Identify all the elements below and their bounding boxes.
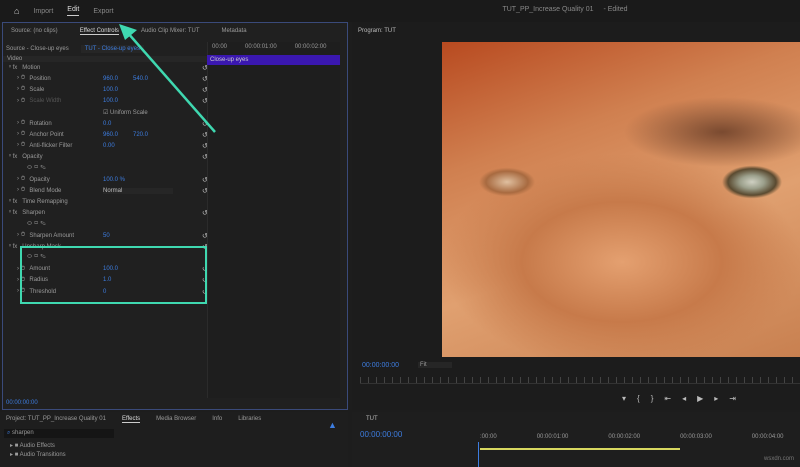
playhead[interactable]	[478, 442, 479, 467]
effect-row[interactable]: › ⏱ Blend Mode Normal ↺	[7, 185, 208, 196]
timeline-title: TUT	[366, 416, 378, 422]
stopwatch-icon[interactable]: › ⏱	[17, 176, 25, 183]
fx-icon: ᵛ fx	[9, 154, 18, 161]
stopwatch-icon[interactable]: › ⏱	[17, 86, 25, 93]
stopwatch-icon[interactable]: › ⏱	[17, 75, 25, 82]
tab-libraries[interactable]: Libraries	[238, 416, 261, 423]
mask-tools[interactable]: ⬭ ▭ ✎	[27, 221, 46, 228]
stopwatch-icon[interactable]: › ⏱	[17, 187, 25, 194]
effect-row[interactable]: ⬭ ▭ ✎	[7, 163, 207, 174]
fx-icon: ᵛ fx	[9, 198, 18, 205]
effect-row[interactable]: › ⏱ Anti-flicker Filter 0.00 ↺	[7, 140, 208, 151]
effect-row[interactable]: ᵛ fx Sharpen ↺	[7, 208, 208, 219]
stopwatch-icon[interactable]: › ⏱	[17, 142, 25, 149]
tab-source[interactable]: Source: (no clips)	[11, 28, 58, 34]
ec-timecode: 00:00:00:00	[6, 400, 38, 406]
project-panel: Project: TUT_PP_Increase Quality 01 Effe…	[0, 412, 348, 467]
effect-row[interactable]: › ⏱ Opacity 100.0 % ↺	[7, 174, 208, 185]
stopwatch-icon[interactable]: › ⏱	[17, 120, 25, 127]
tick: 00:00:01:00	[536, 434, 569, 440]
ec-timeline: 00:00 00:00:01:00 00:00:02:00	[207, 42, 340, 398]
zoom-select[interactable]: Fit	[418, 362, 452, 368]
timeline-timecode: 00:00:00:00	[360, 430, 403, 439]
transport-controls[interactable]: ▾{}⇤◂▶▸⇥	[622, 394, 747, 403]
video-frame	[442, 42, 800, 357]
effects-search-input[interactable]: ⌕ sharpen	[4, 429, 114, 438]
fx-icon: ᵛ fx	[9, 210, 18, 217]
mask-tools[interactable]: ⬭ ▭ ✎	[27, 165, 46, 172]
effect-row[interactable]: ⬭ ▭ ✎	[7, 219, 207, 230]
effect-row[interactable]: ᵛ fx Opacity ↺	[7, 152, 208, 163]
annotation-arrow	[119, 24, 216, 133]
clip-bar[interactable]: Close-up eyes	[207, 55, 340, 65]
tick: 00:00:04:00	[751, 434, 784, 440]
tab-media-browser[interactable]: Media Browser	[156, 416, 196, 423]
tab-project[interactable]: Project: TUT_PP_Increase Quality 01	[6, 416, 106, 423]
tick: 00:00:01:00	[245, 44, 277, 50]
work-area-bar[interactable]	[480, 448, 680, 450]
list-item[interactable]: ▸ ■ Audio Effects	[0, 440, 348, 451]
selection-tool-icon[interactable]: ▲	[328, 420, 337, 430]
tick: :00:00	[480, 434, 497, 440]
program-title: Program: TUT	[358, 28, 396, 34]
effect-row[interactable]: › ⏱ Sharpen Amount 50 ↺	[7, 230, 208, 241]
stopwatch-icon[interactable]: › ⏱	[17, 232, 25, 239]
tab-info[interactable]: Info	[212, 416, 222, 423]
window-title: TUT_PP_Increase Quality 01 - Edited	[502, 6, 628, 13]
list-item[interactable]: ▸ ■ Audio Transitions	[0, 451, 348, 458]
timeline-panel: TUT 00:00:00:00 :00:00 00:00:01:00 00:00:0…	[352, 412, 800, 467]
fx-icon: ᵛ fx	[9, 64, 18, 71]
fx-icon: ᵛ fx	[9, 243, 18, 250]
tick: 00:00:02:00	[608, 434, 641, 440]
stopwatch-icon[interactable]: › ⏱	[17, 98, 25, 105]
tab-effects[interactable]: Effects	[121, 416, 141, 423]
source-label: Source - Close-up eyes	[6, 46, 69, 52]
tick: 00:00:03:00	[680, 434, 712, 440]
effect-row[interactable]: ᵛ fx Time Remapping	[7, 196, 207, 207]
tab-effect-controls[interactable]: Effect Controls	[79, 28, 119, 35]
annotation-highlight-box	[20, 246, 207, 304]
watermark: wsxdn.com	[763, 456, 794, 462]
program-timecode: 00:00:00:00	[362, 362, 399, 369]
stopwatch-icon[interactable]: › ⏱	[17, 131, 25, 138]
tick: 00:00:02:00	[294, 44, 327, 50]
tab-metadata[interactable]: Metadata	[222, 28, 247, 34]
program-scrubber[interactable]	[360, 377, 800, 384]
